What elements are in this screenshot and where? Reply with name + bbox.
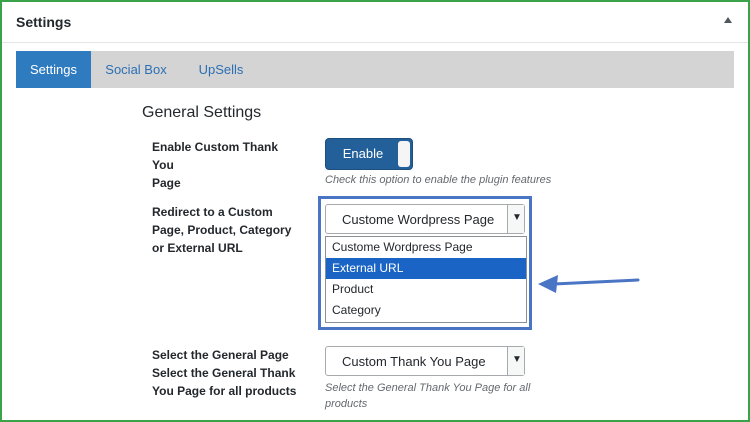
general-page-label-line: Select the General Page — [152, 348, 289, 362]
dropdown-option-custome-wordpress-page[interactable]: Custome Wordpress Page — [326, 237, 526, 258]
general-page-help-text: Select the General Thank You Page for al… — [325, 380, 530, 412]
general-page-help-line: products — [325, 398, 368, 410]
dropdown-option-product[interactable]: Product — [326, 279, 526, 300]
tab-settings[interactable]: Settings — [16, 51, 91, 88]
collapse-triangle-icon[interactable] — [724, 17, 732, 23]
enable-field-label: Enable Custom Thank You Page — [152, 138, 302, 192]
tab-upsells[interactable]: UpSells — [186, 51, 256, 88]
general-page-help-line: Select the General Thank You Page for al… — [325, 382, 531, 394]
redirect-field-label: Redirect to a Custom Page, Product, Cate… — [152, 203, 302, 257]
general-page-select[interactable]: Custom Thank You Page ▼ — [325, 346, 525, 376]
redirect-select[interactable]: Custome Wordpress Page ▼ — [325, 204, 525, 234]
tab-social-box[interactable]: Social Box — [96, 51, 176, 88]
toggle-knob — [398, 141, 410, 167]
general-page-label-line: You Page for all products — [152, 384, 297, 398]
enable-label-line: Page — [152, 176, 181, 190]
redirect-label-line: or External URL — [152, 241, 243, 255]
dropdown-option-category[interactable]: Category — [326, 300, 526, 321]
panel-header: Settings — [2, 2, 748, 43]
chevron-down-icon[interactable]: ▼ — [507, 347, 524, 375]
section-title: General Settings — [142, 104, 262, 121]
general-page-field-label: Select the General Page Select the Gener… — [152, 346, 302, 400]
panel-title: Settings — [16, 14, 72, 30]
dropdown-option-external-url[interactable]: External URL — [326, 258, 526, 279]
enable-toggle[interactable]: Enable — [325, 138, 413, 170]
settings-panel: Settings Settings Social Box UpSells Gen… — [2, 2, 748, 420]
annotation-arrow-icon — [538, 275, 640, 293]
redirect-label-line: Redirect to a Custom — [152, 205, 273, 219]
redirect-label-line: Page, Product, Category — [152, 223, 292, 237]
enable-label-line: Enable Custom Thank You — [152, 140, 279, 172]
tab-bar: Settings Social Box UpSells — [16, 51, 734, 88]
enable-help-text: Check this option to enable the plugin f… — [325, 174, 552, 186]
general-page-label-line: Select the General Thank — [152, 366, 296, 380]
redirect-dropdown-list: Custome Wordpress Page External URL Prod… — [325, 236, 527, 323]
redirect-select-value: Custome Wordpress Page — [342, 212, 495, 227]
chevron-down-icon[interactable]: ▼ — [507, 205, 524, 233]
general-page-select-value: Custom Thank You Page — [342, 354, 486, 369]
toggle-label: Enable — [342, 146, 384, 161]
